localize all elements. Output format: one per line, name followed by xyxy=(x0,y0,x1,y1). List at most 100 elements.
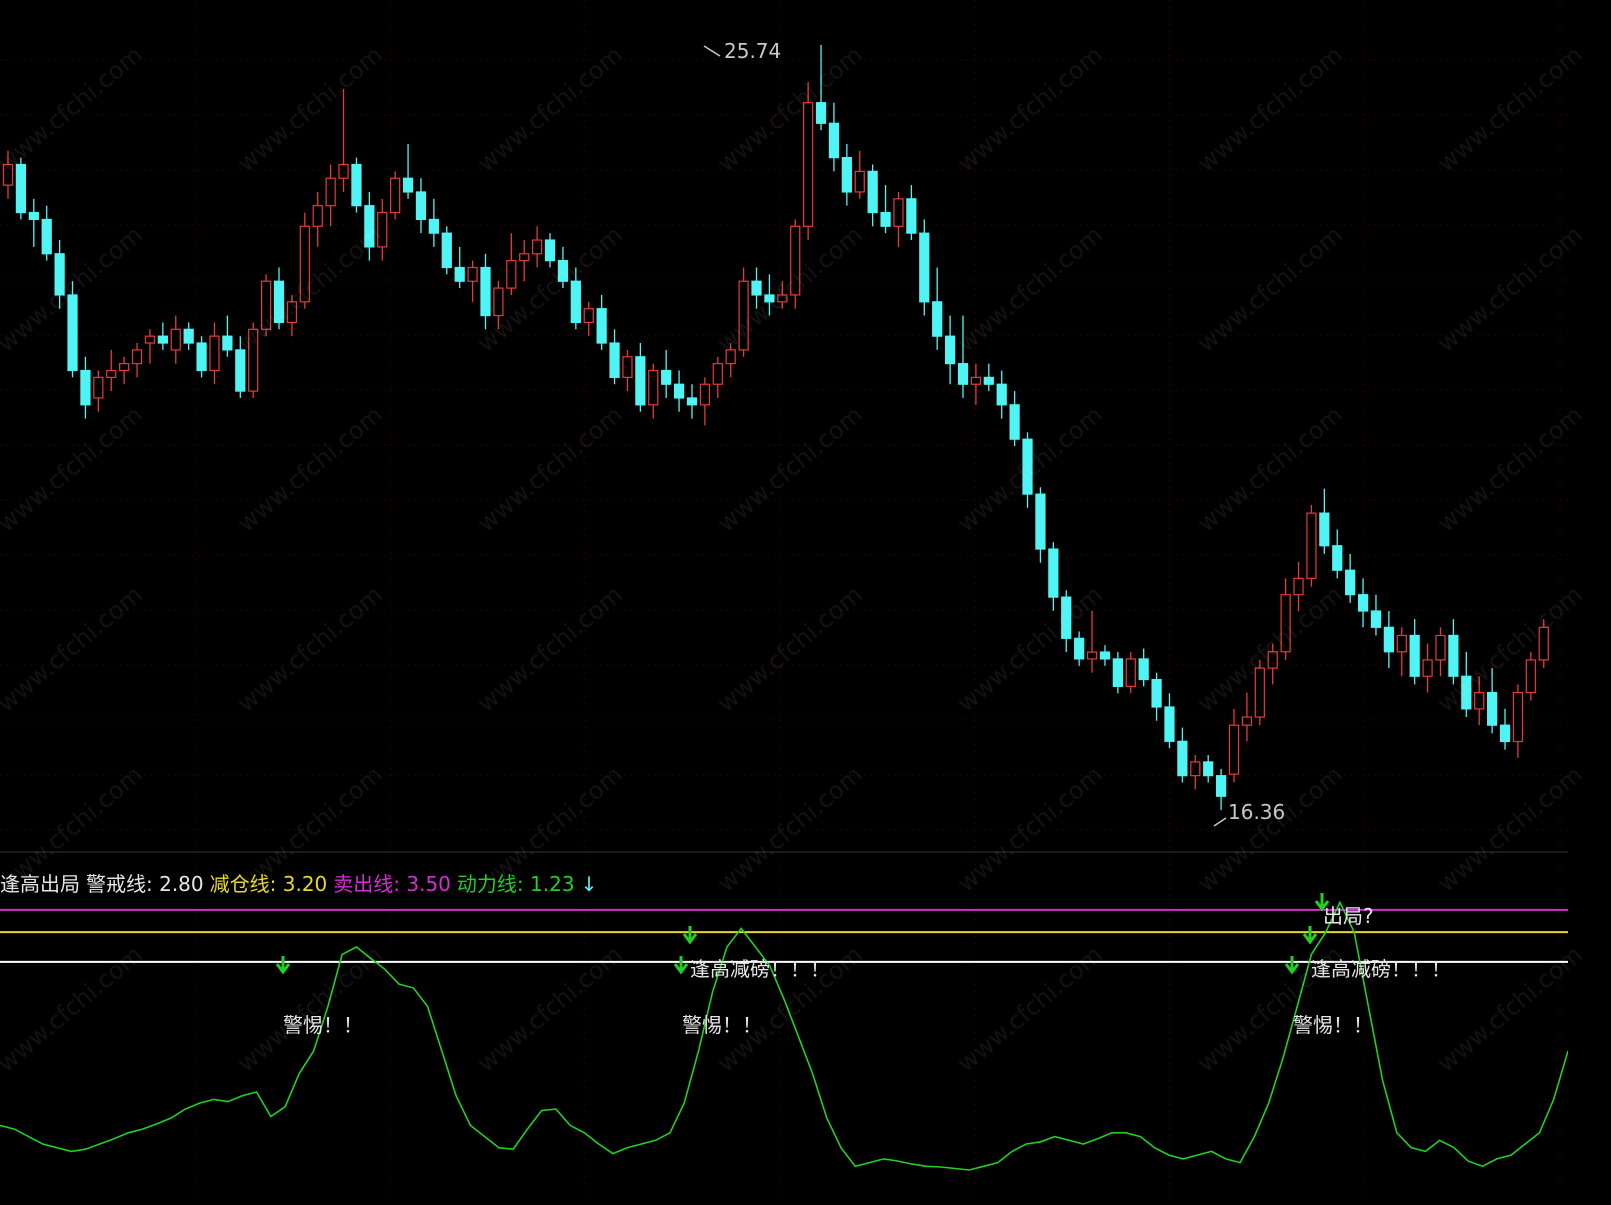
candle-body xyxy=(1203,761,1214,777)
candle-body xyxy=(402,177,414,193)
candle-body xyxy=(906,198,917,234)
candle-body xyxy=(506,260,517,289)
candle-body xyxy=(583,308,594,324)
candle-body xyxy=(15,163,27,214)
candle-body xyxy=(1267,651,1278,669)
candle-body xyxy=(286,301,298,324)
down-arrow-icon: ↓ xyxy=(580,872,598,896)
candle-body xyxy=(1332,545,1343,571)
candle-body xyxy=(183,328,194,344)
candle-body xyxy=(803,102,814,227)
candle-body xyxy=(1474,691,1485,710)
candle-body xyxy=(28,211,39,221)
high-price-label: 25.74 xyxy=(724,39,781,63)
candle-body xyxy=(1074,637,1085,660)
candle-body xyxy=(299,225,310,303)
candle-body xyxy=(80,369,91,406)
candle-body xyxy=(1061,596,1072,639)
candle-body xyxy=(738,280,749,351)
candle-body xyxy=(932,301,943,337)
candle-body xyxy=(351,163,362,207)
candle-body xyxy=(1151,678,1162,708)
candle-body xyxy=(235,349,246,392)
candle-body xyxy=(338,163,349,179)
candle-body xyxy=(273,280,285,324)
candle-body xyxy=(222,335,233,351)
candle-body xyxy=(880,211,891,227)
candle-body xyxy=(157,335,168,344)
candle-body xyxy=(260,280,272,330)
candle-body xyxy=(648,369,659,406)
candle-body xyxy=(1538,626,1549,661)
candle-body xyxy=(893,198,904,227)
reduce-label-2: 逢高减磅！！！ xyxy=(1311,957,1451,981)
candle-body xyxy=(1370,610,1382,628)
candle-body xyxy=(1035,493,1046,550)
candle-body xyxy=(1409,634,1420,677)
sell-line-label: 卖出线: 3.50 xyxy=(333,872,451,896)
candle-body xyxy=(661,369,672,385)
low-pointer xyxy=(1213,817,1227,827)
candle-body xyxy=(790,225,801,296)
candle-body xyxy=(441,232,452,269)
indicator-legend: 逢高出局 警戒线: 2.80 减仓线: 3.20 卖出线: 3.50 动力线: 1.23… xyxy=(0,872,603,896)
indicator-panel: 警惕！！ 警惕！！ 警惕！！ 逢高减磅！！！ 逢高减磅！！！ 出局? xyxy=(0,893,1568,1171)
alert-label-3: 警惕！！ xyxy=(1293,1013,1373,1037)
down-arrow-icon xyxy=(1284,956,1300,975)
candle-body xyxy=(1009,404,1020,440)
candle-body xyxy=(686,397,698,406)
reduce-label-1: 逢高减磅！！！ xyxy=(690,957,830,981)
candle-body xyxy=(1177,740,1188,777)
candle-body xyxy=(1319,512,1330,547)
candle-body xyxy=(196,342,207,372)
candles xyxy=(2,45,1549,810)
candle-body xyxy=(712,363,723,385)
alert-label-1: 警惕！！ xyxy=(283,1013,363,1037)
candle-body xyxy=(764,294,775,303)
candle-body xyxy=(119,363,130,372)
candle-body xyxy=(815,102,827,124)
candle-body xyxy=(131,349,143,365)
candle-body xyxy=(1345,569,1356,596)
candle-body xyxy=(428,218,439,234)
candle-body xyxy=(377,211,388,248)
candle-body xyxy=(841,157,852,193)
candle-body xyxy=(1022,438,1033,495)
candle-body xyxy=(480,266,491,317)
candle-body xyxy=(106,369,117,378)
candle-body xyxy=(673,383,685,399)
candle-body xyxy=(1396,634,1407,653)
candle-body xyxy=(957,363,969,385)
candle-body xyxy=(919,232,930,303)
reduce-line-label: 减仓线: 3.20 xyxy=(209,872,328,896)
candle-body xyxy=(1099,651,1111,660)
candle-body xyxy=(725,349,736,365)
candle-body xyxy=(699,383,711,406)
candle-body xyxy=(390,177,401,214)
candle-body xyxy=(519,253,530,262)
candle-body xyxy=(1112,658,1123,687)
candle-body xyxy=(54,253,65,296)
warn-line-label: 警戒线: 2.80 xyxy=(86,872,204,896)
candle-body xyxy=(1125,658,1136,687)
candle-body xyxy=(1448,634,1459,677)
down-arrow-icon xyxy=(673,956,689,975)
candle-body xyxy=(635,356,646,406)
candle-body xyxy=(1164,706,1175,742)
power-line-label: 动力线: 1.23 xyxy=(456,872,575,896)
candle-body xyxy=(312,205,323,227)
candle-body xyxy=(415,191,427,221)
candle-body xyxy=(1254,667,1265,718)
alert-label-2: 警惕！！ xyxy=(682,1013,762,1037)
candle-body xyxy=(170,328,181,351)
candle-body xyxy=(1138,658,1149,681)
high-pointer xyxy=(703,45,721,57)
down-arrow-icon xyxy=(682,926,698,945)
candle-body xyxy=(467,266,478,282)
candle-body xyxy=(983,376,994,385)
candle-body xyxy=(1435,634,1446,661)
candle-body xyxy=(1306,512,1317,579)
candle-body xyxy=(867,170,878,214)
price-chart: 25.74 16.36 警惕！！ 警惕！！ 警惕！！ 逢高减磅！！！ 逢高减磅！… xyxy=(0,0,1568,1200)
candle-body xyxy=(622,356,633,378)
